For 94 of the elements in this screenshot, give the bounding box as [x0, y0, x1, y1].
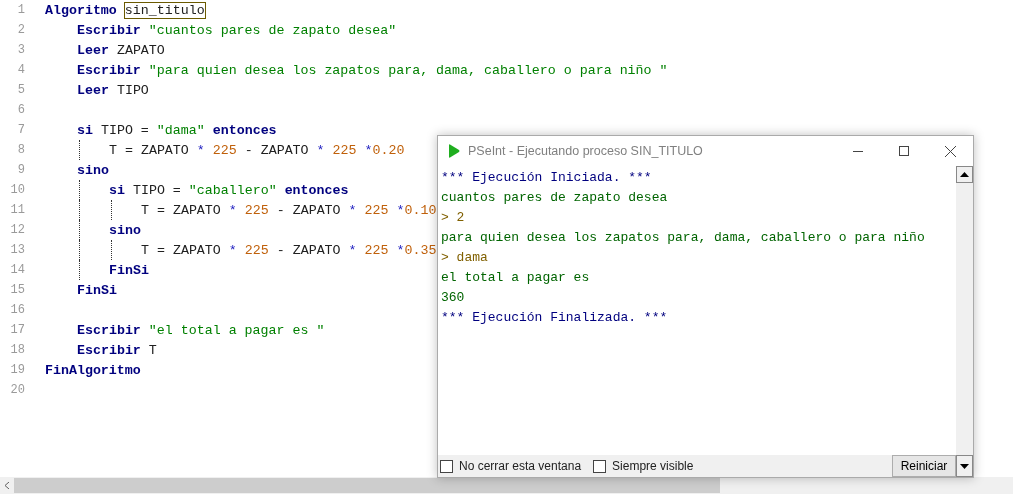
- line-number: 18: [9, 343, 25, 357]
- option-checkbox[interactable]: Siempre visible: [591, 459, 694, 473]
- operator: *: [396, 242, 405, 258]
- line-number: 10: [9, 183, 25, 197]
- line-number: 4: [16, 63, 25, 77]
- console-line: cuantos pares de zapato desea: [441, 189, 669, 207]
- line-number: 16: [9, 303, 25, 317]
- operator: *: [228, 202, 237, 218]
- app-logo-icon: [448, 144, 460, 158]
- number-literal: 225: [364, 202, 389, 218]
- operator: *: [316, 142, 325, 158]
- checkbox[interactable]: [440, 459, 453, 473]
- line-number: 1: [16, 3, 25, 17]
- vertical-scrollbar[interactable]: [956, 166, 973, 455]
- scroll-left-icon[interactable]: [5, 482, 9, 489]
- scroll-up-icon[interactable]: [960, 172, 969, 177]
- line-number: 15: [9, 283, 25, 297]
- operator: *: [228, 242, 237, 258]
- scrollbar-thumb[interactable]: [14, 478, 720, 493]
- line-number: 20: [9, 383, 25, 397]
- string-literal: "para quien desea los zapatos para, dama, caballero o para niño ": [148, 62, 668, 78]
- string-literal: "cuantos pares de zapato desea": [148, 22, 397, 38]
- string-literal: "dama": [156, 122, 205, 138]
- number-literal: 0.35: [404, 242, 437, 258]
- scroll-down-icon[interactable]: [960, 463, 969, 469]
- line-number: 19: [9, 363, 25, 377]
- keyword: si: [109, 182, 125, 198]
- keyword: sino: [109, 222, 141, 238]
- operator: *: [396, 202, 405, 218]
- line-number: 11: [9, 203, 25, 217]
- line-number: 5: [16, 83, 25, 97]
- close-icon: [944, 145, 956, 157]
- identifier: - ZAPATO: [276, 202, 341, 218]
- maximize-icon: [899, 146, 909, 156]
- keyword: Leer: [77, 82, 109, 98]
- console-line: *** Ejecución Finalizada. ***: [441, 309, 669, 327]
- line-number: 13: [9, 243, 25, 257]
- line-number: 14: [9, 263, 25, 277]
- operator: *: [196, 142, 205, 158]
- line-number: 2: [16, 23, 25, 37]
- operator: *: [348, 202, 357, 218]
- line-number: 17: [9, 323, 25, 337]
- keyword: Escribir: [77, 342, 141, 358]
- keyword: FinSi: [109, 262, 149, 278]
- string-literal: "caballero": [188, 182, 277, 198]
- checkbox-label: Siempre visible: [612, 459, 694, 473]
- keyword: entonces: [284, 182, 349, 198]
- console-line: *** Ejecución Iniciada. ***: [441, 169, 653, 187]
- identifier: T = ZAPATO: [141, 242, 221, 258]
- keyword: Leer: [77, 42, 109, 58]
- operator: *: [348, 242, 357, 258]
- keyword: Escribir: [77, 62, 141, 78]
- console-line: para quien desea los zapatos para, dama, caballero o para niño: [441, 229, 926, 247]
- line-number: 8: [16, 143, 25, 157]
- restart-button[interactable]: Reiniciar: [892, 455, 956, 477]
- keyword: Escribir: [77, 22, 141, 38]
- identifier: - ZAPATO: [244, 142, 309, 158]
- line-number: 9: [16, 163, 25, 177]
- console-line: > 2: [441, 209, 466, 227]
- identifier: ZAPATO: [116, 42, 165, 58]
- identifier: - ZAPATO: [276, 242, 341, 258]
- line-number: 3: [16, 43, 25, 57]
- operator: *: [364, 142, 373, 158]
- horizontal-scrollbar[interactable]: [0, 477, 1013, 494]
- identifier: T = ZAPATO: [109, 142, 189, 158]
- line-number: 12: [9, 223, 25, 237]
- keyword: si: [77, 122, 93, 138]
- number-literal: 225: [244, 242, 269, 258]
- console-line: 360: [441, 289, 466, 307]
- identifier: TIPO =: [100, 122, 149, 138]
- string-literal: "el total a pagar es ": [148, 322, 325, 338]
- console-line: > dama: [441, 249, 489, 267]
- line-number: 6: [16, 103, 25, 117]
- identifier: T: [148, 342, 157, 358]
- console-line: el total a pagar es: [441, 269, 591, 287]
- window-title: PSeInt - Ejecutando proceso SIN_TITULO: [468, 144, 704, 158]
- identifier: sin_titulo: [124, 2, 205, 18]
- line-number: 7: [16, 123, 25, 137]
- identifier: TIPO =: [132, 182, 181, 198]
- number-literal: 225: [364, 242, 389, 258]
- number-literal: 225: [212, 142, 237, 158]
- keyword: sino: [77, 162, 109, 178]
- number-literal: 0.20: [372, 142, 405, 158]
- number-literal: 0.10: [404, 202, 437, 218]
- identifier: T = ZAPATO: [141, 202, 221, 218]
- keyword: Algoritmo: [45, 2, 117, 18]
- keyword: Escribir: [77, 322, 141, 338]
- keyword: FinSi: [77, 282, 117, 298]
- checkbox[interactable]: [593, 459, 607, 473]
- identifier: TIPO: [116, 82, 149, 98]
- number-literal: 225: [244, 202, 269, 218]
- keyword: entonces: [212, 122, 277, 138]
- number-literal: 225: [332, 142, 357, 158]
- keyword: FinAlgoritmo: [45, 362, 141, 378]
